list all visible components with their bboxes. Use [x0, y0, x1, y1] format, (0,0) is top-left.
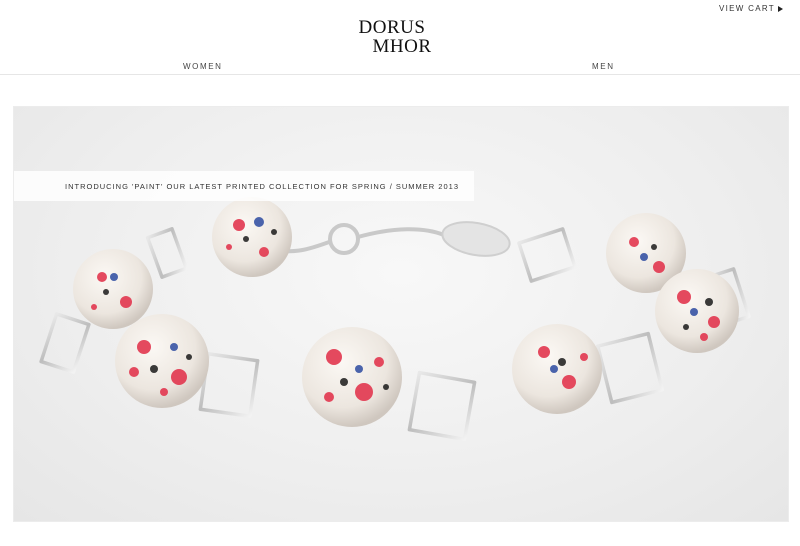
- promo-text: INTRODUCING 'PAINT' OUR LATEST PRINTED C…: [65, 181, 459, 191]
- brand-logo[interactable]: DORUS MHOR: [0, 18, 800, 56]
- promo-banner[interactable]: INTRODUCING 'PAINT' OUR LATEST PRINTED C…: [14, 171, 474, 201]
- view-cart-link[interactable]: VIEW CART: [719, 4, 783, 13]
- logo-line-1: DORUS: [358, 17, 426, 38]
- logo-line-2: MHOR: [372, 36, 432, 57]
- hero-banner[interactable]: INTRODUCING 'PAINT' OUR LATEST PRINTED C…: [13, 106, 789, 522]
- nav-item-women[interactable]: WOMEN: [183, 62, 223, 71]
- nav-item-men[interactable]: MEN: [592, 62, 615, 71]
- triangle-right-icon: [778, 5, 783, 12]
- view-cart-label: VIEW CART: [718, 4, 775, 13]
- bracelet-image: [39, 197, 751, 442]
- nav-divider: [0, 74, 800, 75]
